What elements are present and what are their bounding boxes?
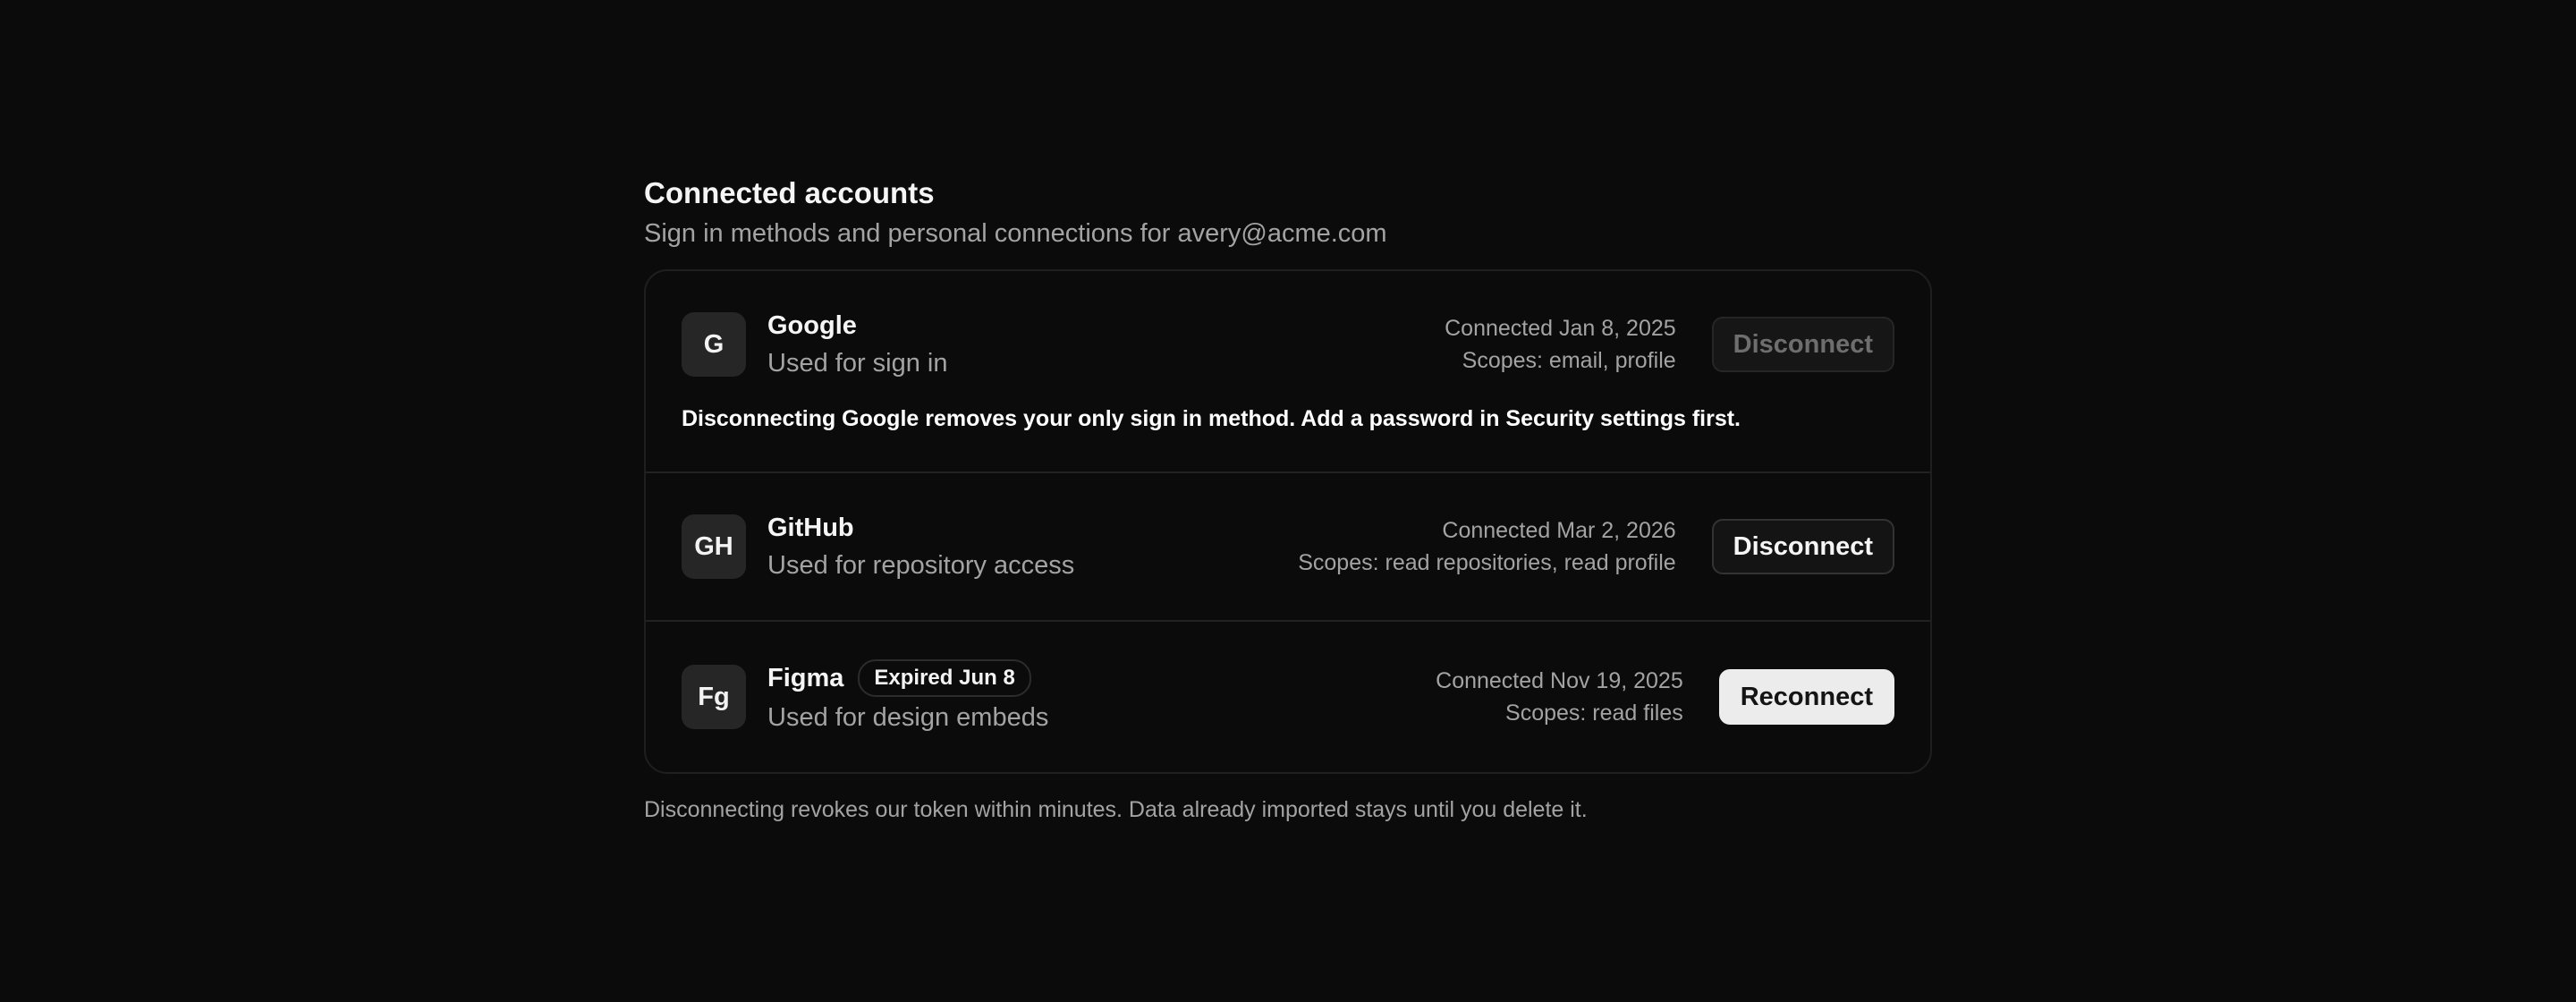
account-name: Figma xyxy=(767,664,844,692)
account-meta: Connected Mar 2, 2026 Scopes: read repos… xyxy=(1298,514,1675,579)
account-description: Used for design embeds xyxy=(767,703,1049,732)
account-name: GitHub xyxy=(767,514,854,542)
figma-logo-icon: Fg xyxy=(682,665,746,729)
account-description: Used for sign in xyxy=(767,349,948,378)
disconnect-github-button[interactable]: Disconnect xyxy=(1711,519,1894,574)
google-logo-icon: G xyxy=(682,312,746,377)
github-logo-icon: GH xyxy=(682,514,746,579)
page-title: Connected accounts xyxy=(644,176,935,209)
accounts-card: G Google Used for sign in Connected Jan … xyxy=(644,269,1932,774)
account-meta: Connected Jan 8, 2025 Scopes: email, pro… xyxy=(1445,312,1676,377)
account-info: Google Used for sign in xyxy=(767,309,1445,380)
account-scopes: Scopes: read files xyxy=(1505,701,1683,726)
connected-date: Connected Nov 19, 2025 xyxy=(1436,668,1683,693)
disconnect-warning: Disconnecting Google removes your only s… xyxy=(682,406,1741,431)
account-scopes: Scopes: read repositories, read profile xyxy=(1298,550,1676,575)
account-row-figma: Fg Figma Expired Jun 8 Used for design e… xyxy=(646,620,1930,772)
account-row-google: G Google Used for sign in Connected Jan … xyxy=(646,271,1930,471)
disconnect-google-button[interactable]: Disconnect xyxy=(1711,317,1894,372)
account-scopes: Scopes: email, profile xyxy=(1462,348,1676,373)
account-info: Figma Expired Jun 8 Used for design embe… xyxy=(767,659,1436,735)
connected-accounts-section: Connected accounts Sign in methods and p… xyxy=(644,174,1932,826)
account-meta: Connected Nov 19, 2025 Scopes: read file… xyxy=(1436,665,1683,729)
reconnect-figma-button[interactable]: Reconnect xyxy=(1718,669,1894,725)
expired-badge: Expired Jun 8 xyxy=(858,659,1031,697)
account-info: GitHub Used for repository access xyxy=(767,511,1298,582)
connected-date: Connected Mar 2, 2026 xyxy=(1442,518,1676,543)
account-row-github: GH GitHub Used for repository access Con… xyxy=(646,471,1930,620)
connected-date: Connected Jan 8, 2025 xyxy=(1445,316,1676,341)
page-subtitle: Sign in methods and personal connections… xyxy=(644,219,1387,248)
account-description: Used for repository access xyxy=(767,551,1075,580)
account-name: Google xyxy=(767,311,857,340)
footnote: Disconnecting revokes our token within m… xyxy=(644,797,1588,822)
